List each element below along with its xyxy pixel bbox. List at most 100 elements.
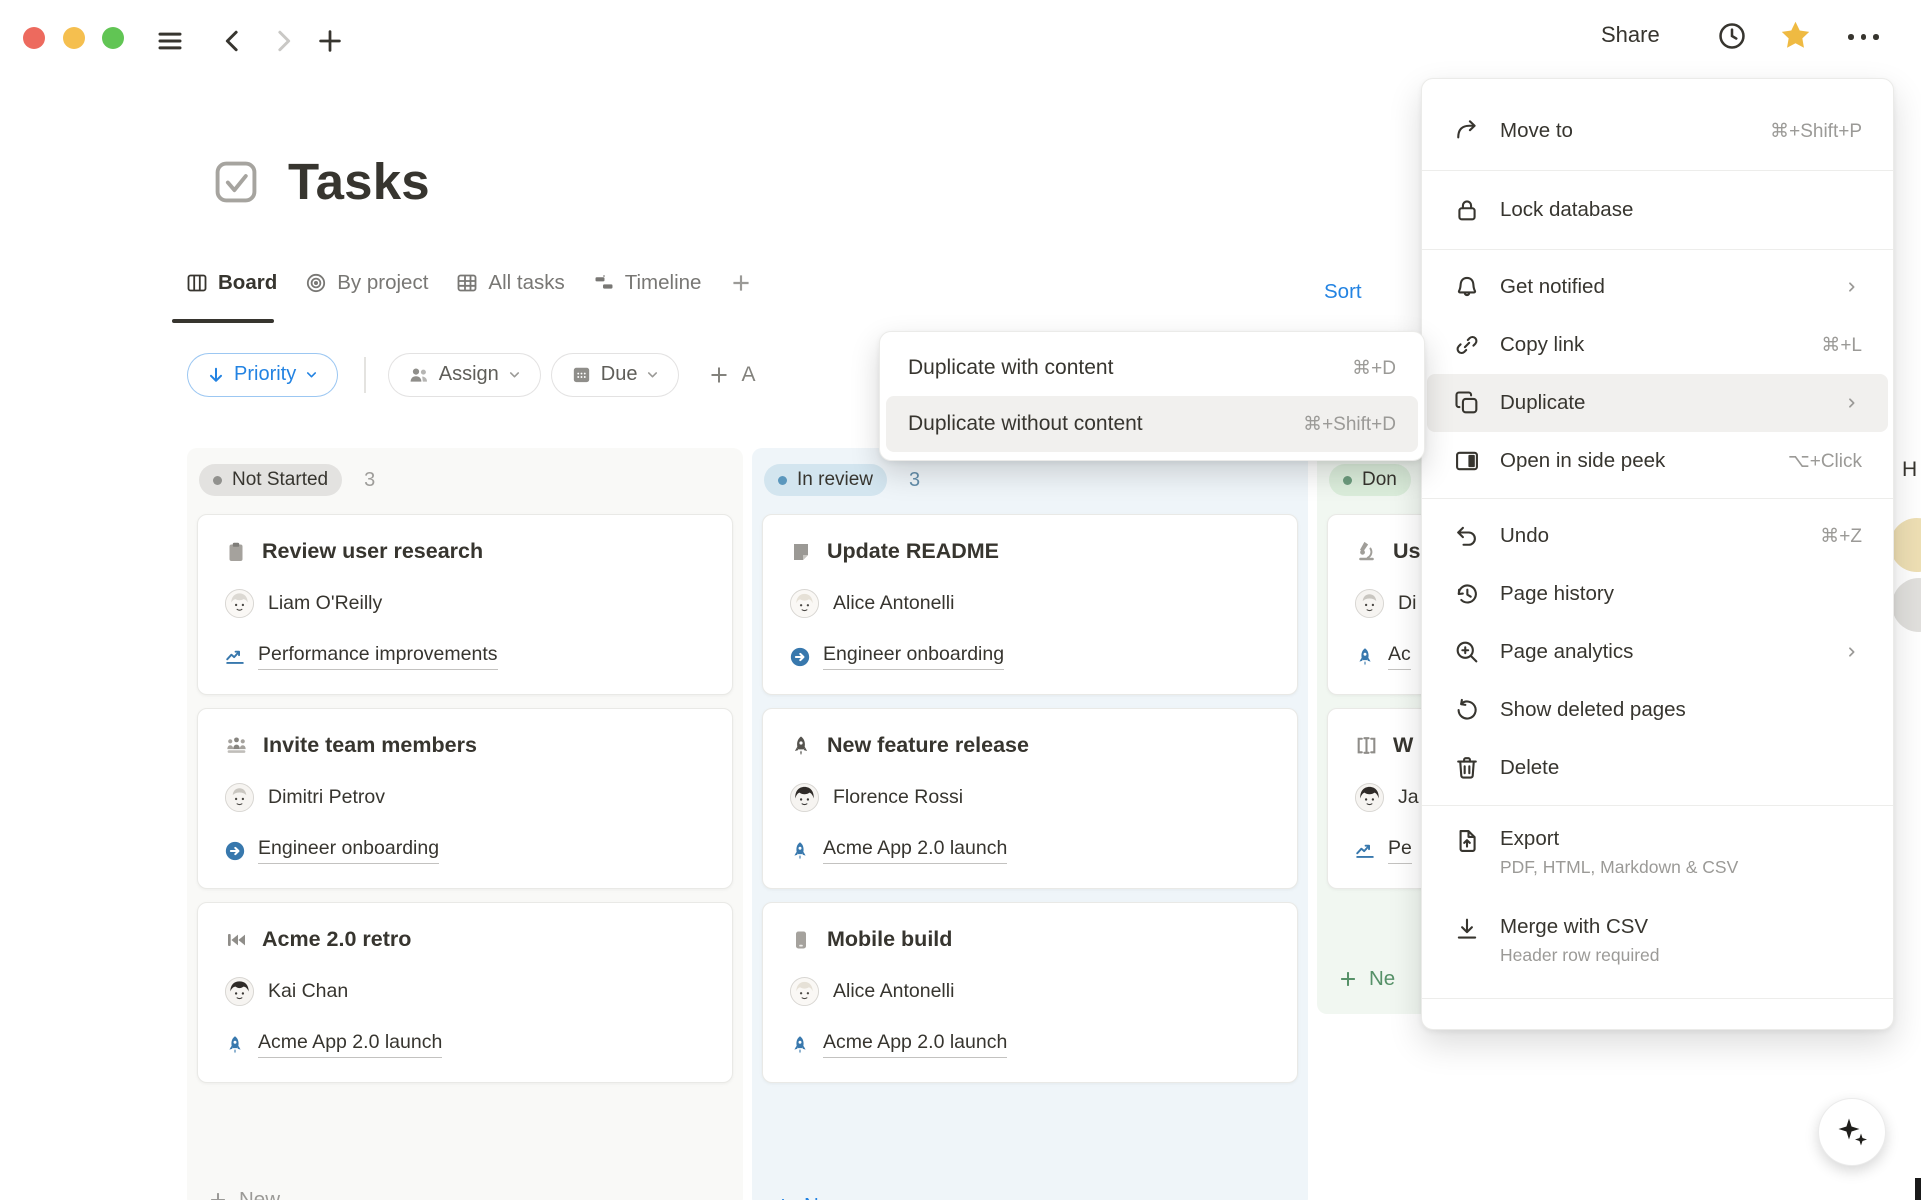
menu-item-get-notified[interactable]: Get notified xyxy=(1427,258,1888,316)
sort-button[interactable]: Sort xyxy=(1324,280,1362,304)
new-task-button[interactable]: New xyxy=(772,1194,845,1200)
relation-link[interactable]: Acme App 2.0 launch xyxy=(789,1031,1271,1058)
menu-item-duplicate[interactable]: Duplicate xyxy=(1427,374,1888,432)
relation-link[interactable]: Engineer onboarding xyxy=(224,837,706,864)
plus-icon xyxy=(707,363,731,387)
traffic-light-close[interactable] xyxy=(23,27,45,49)
assignee-name: Florence Rossi xyxy=(833,786,963,809)
column-count: 3 xyxy=(364,469,375,492)
tab-by-project[interactable]: By project xyxy=(304,271,428,295)
traffic-light-minimize[interactable] xyxy=(63,27,85,49)
menu-item-page-analytics[interactable]: Page analytics xyxy=(1427,623,1888,681)
menu-item-undo[interactable]: Undo ⌘+Z xyxy=(1427,507,1888,565)
menu-item-duplicate-with-content[interactable]: Duplicate with content ⌘+D xyxy=(886,340,1418,396)
menu-item-show-deleted-pages[interactable]: Show deleted pages xyxy=(1427,681,1888,739)
avatar-kai xyxy=(224,976,255,1007)
assign-pill[interactable]: Assign xyxy=(388,353,541,397)
task-card-acme-retro[interactable]: Acme 2.0 retro Kai Chan Acme App 2.0 lau… xyxy=(197,902,733,1083)
new-tab-icon[interactable] xyxy=(315,26,345,56)
phone-icon xyxy=(789,928,813,952)
card-title-text: New feature release xyxy=(827,733,1029,758)
ai-assistant-button[interactable] xyxy=(1818,1098,1886,1166)
rocket-icon xyxy=(1354,646,1376,668)
menu-item-export[interactable]: Export PDF, HTML, Markdown & CSV xyxy=(1427,814,1888,902)
tab-timeline[interactable]: Timeline xyxy=(592,271,702,295)
avatar-alice xyxy=(789,588,820,619)
rocket-icon xyxy=(789,1034,811,1056)
meeting-people-icon xyxy=(224,733,249,758)
avatar-ja xyxy=(1354,782,1385,813)
due-pill[interactable]: Due xyxy=(551,353,680,397)
window-titlebar: Share xyxy=(0,0,1921,62)
rocket-icon xyxy=(224,1034,246,1056)
avatar-liam xyxy=(224,588,255,619)
trash-icon xyxy=(1453,754,1481,782)
calendar-icon xyxy=(570,363,593,386)
task-card-new-feature-release[interactable]: New feature release Florence Rossi Acme … xyxy=(762,708,1298,889)
plus-icon xyxy=(1337,968,1359,990)
menu-item-duplicate-without-content[interactable]: Duplicate without content ⌘+Shift+D xyxy=(886,396,1418,452)
view-tabs: Board By project All tasks Timeline xyxy=(185,270,754,296)
menu-item-open-side-peek[interactable]: Open in side peek ⌥+Click xyxy=(1427,432,1888,490)
task-card-mobile-build[interactable]: Mobile build Alice Antonelli Acme App 2.… xyxy=(762,902,1298,1083)
duplicate-submenu: Duplicate with content ⌘+D Duplicate wit… xyxy=(879,331,1425,461)
menu-item-page-history[interactable]: Page history xyxy=(1427,565,1888,623)
assignee-name: Alice Antonelli xyxy=(833,592,954,615)
sidebar-menu-icon[interactable] xyxy=(155,26,185,56)
cutoff-avatar-gray xyxy=(1892,578,1921,632)
clipboard-icon xyxy=(224,540,248,564)
relation-link[interactable]: Engineer onboarding xyxy=(789,643,1271,670)
card-title-text: W xyxy=(1393,733,1413,758)
menu-item-copy-link[interactable]: Copy link ⌘+L xyxy=(1427,316,1888,374)
add-view-icon[interactable] xyxy=(728,270,754,296)
forward-icon[interactable] xyxy=(268,26,298,56)
card-title-text: Mobile build xyxy=(827,927,952,952)
relation-link[interactable]: Performance improvements xyxy=(224,643,706,670)
task-card-review-user-research[interactable]: Review user research Liam O'Reilly Perfo… xyxy=(197,514,733,695)
menu-item-delete[interactable]: Delete xyxy=(1427,739,1888,797)
avatar-dimitri xyxy=(1354,588,1385,619)
link-icon xyxy=(1453,331,1481,359)
arrow-circle-icon xyxy=(224,840,246,862)
restore-icon xyxy=(1453,696,1481,724)
column-status-pill[interactable]: Not Started xyxy=(199,464,342,496)
traffic-light-zoom[interactable] xyxy=(102,27,124,49)
favorite-star-icon[interactable] xyxy=(1778,18,1813,53)
new-task-button[interactable]: New xyxy=(207,1188,280,1200)
column-status-pill[interactable]: In review xyxy=(764,464,887,496)
board-column-in-review: In review 3 Update README Alice Antonell… xyxy=(752,448,1308,1200)
menu-item-move-to[interactable]: Move to ⌘+Shift+P xyxy=(1427,100,1888,162)
clock-icon[interactable] xyxy=(1716,20,1748,52)
back-icon[interactable] xyxy=(218,26,248,56)
priority-sort-pill[interactable]: Priority xyxy=(187,353,338,397)
tab-board[interactable]: Board xyxy=(185,271,277,295)
column-count: 3 xyxy=(909,469,920,492)
menu-item-merge-with-csv[interactable]: Merge with CSV Header row required xyxy=(1427,902,1888,990)
task-card-update-readme[interactable]: Update README Alice Antonelli Engineer o… xyxy=(762,514,1298,695)
avatar-florence xyxy=(789,782,820,813)
chevron-down-icon xyxy=(507,367,522,382)
relation-link[interactable]: Acme App 2.0 launch xyxy=(224,1031,706,1058)
side-peek-icon xyxy=(1453,447,1481,475)
hidden-column-fragment: H xyxy=(1902,458,1917,482)
page-title[interactable]: Tasks xyxy=(288,152,430,211)
new-task-button[interactable]: Ne xyxy=(1337,967,1395,991)
merge-subtitle: Header row required xyxy=(1500,945,1660,966)
task-card-invite-team-members[interactable]: Invite team members Dimitri Petrov Engin… xyxy=(197,708,733,889)
board-column-not-started: Not Started 3 Review user research Liam … xyxy=(187,448,743,1200)
assignee-name: Alice Antonelli xyxy=(833,980,954,1003)
share-button[interactable]: Share xyxy=(1601,22,1660,48)
add-property-fragment[interactable]: A xyxy=(707,363,755,387)
column-status-pill[interactable]: Don xyxy=(1329,464,1411,496)
menu-item-lock-database[interactable]: Lock database xyxy=(1427,179,1888,241)
people-icon xyxy=(407,363,431,387)
scrollbar-fragment[interactable] xyxy=(1915,1178,1921,1200)
tab-all-tasks[interactable]: All tasks xyxy=(455,271,564,295)
relation-link[interactable]: Acme App 2.0 launch xyxy=(789,837,1271,864)
active-tab-underline xyxy=(172,319,274,323)
plus-icon xyxy=(772,1195,794,1200)
cutoff-avatar-yellow xyxy=(1890,518,1921,572)
chevron-down-icon xyxy=(304,367,319,382)
assignee-name: Ja xyxy=(1398,786,1419,809)
more-options-icon[interactable] xyxy=(1848,34,1879,40)
